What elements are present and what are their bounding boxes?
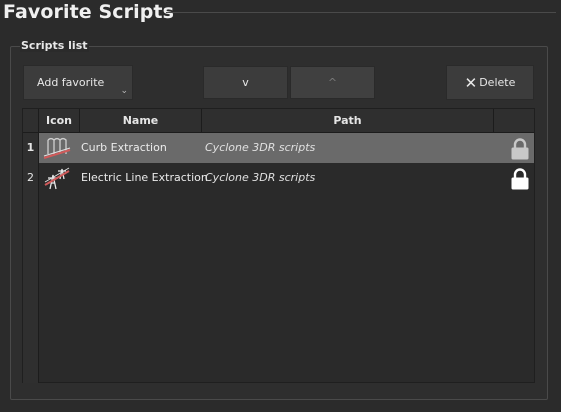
add-favorite-label: Add favorite <box>37 76 105 89</box>
chevron-down-icon: ⌄ <box>120 86 128 96</box>
row-icon-cell <box>39 163 79 193</box>
script-path: Cyclone 3DR scripts <box>205 171 316 184</box>
row-number[interactable]: 1 <box>23 133 38 163</box>
title-divider <box>166 12 556 13</box>
table-row[interactable]: Electric Line Extraction Cyclone 3DR scr… <box>39 163 534 193</box>
header-corner <box>23 109 39 132</box>
row-number-column: 1 2 <box>23 133 39 383</box>
add-favorite-button[interactable]: Add favorite ⌄ <box>23 65 133 100</box>
header-lock[interactable] <box>494 109 534 132</box>
delete-button[interactable]: ✕ Delete <box>446 65 534 100</box>
row-number[interactable]: 2 <box>23 163 38 193</box>
close-icon: ✕ <box>464 73 478 92</box>
delete-label: Delete <box>479 76 516 89</box>
lock-icon <box>511 168 529 190</box>
move-up-button[interactable]: ^ <box>290 66 375 99</box>
scripts-list-label: Scripts list <box>20 39 89 52</box>
lock-icon <box>511 138 529 160</box>
electric-line-extraction-icon <box>44 167 70 190</box>
lock-cell[interactable] <box>494 163 534 193</box>
curb-extraction-icon <box>43 137 71 159</box>
favorites-table: Icon Name Path 1 2 Curb Extraction Cyclo… <box>22 108 535 383</box>
header-name[interactable]: Name <box>80 109 202 132</box>
script-name: Electric Line Extraction <box>81 171 208 184</box>
header-icon[interactable]: Icon <box>39 109 80 132</box>
lock-cell[interactable] <box>494 133 534 163</box>
table-row[interactable]: Curb Extraction Cyclone 3DR scripts <box>39 133 534 163</box>
panel-title: Favorite Scripts <box>3 1 175 23</box>
table-header: Icon Name Path <box>23 109 534 133</box>
header-path[interactable]: Path <box>202 109 494 132</box>
script-path: Cyclone 3DR scripts <box>205 141 316 154</box>
row-icon-cell <box>39 133 79 163</box>
move-down-button[interactable]: v <box>203 66 288 99</box>
script-name: Curb Extraction <box>81 141 167 154</box>
